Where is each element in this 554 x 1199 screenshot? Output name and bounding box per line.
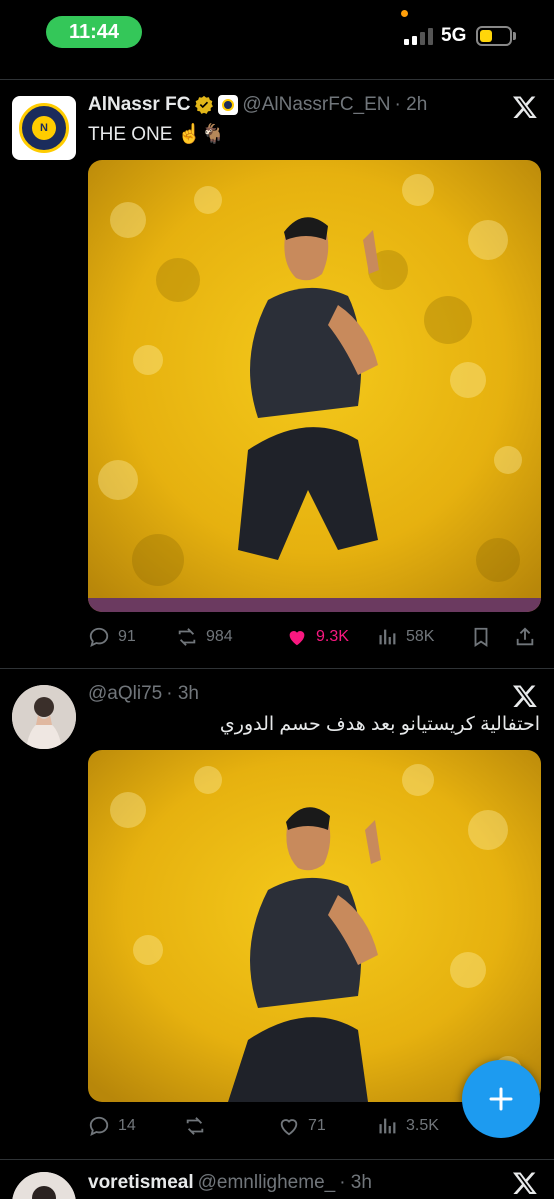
reply-count: 14 xyxy=(118,1117,136,1134)
view-count: 3.5K xyxy=(406,1117,439,1134)
views-button[interactable]: 58K xyxy=(376,626,434,648)
handle[interactable]: @aQli75 xyxy=(88,683,162,705)
plus-icon xyxy=(489,1087,513,1111)
tweet-media[interactable] xyxy=(88,160,541,612)
tweet[interactable]: N AlNassr FC @AlNassrFC_EN · 2h THE ONE … xyxy=(0,80,554,668)
tweet-actions: 91 984 9.3K 58K xyxy=(88,626,543,652)
like-button[interactable]: 9.3K xyxy=(286,626,349,648)
reply-icon xyxy=(89,627,109,647)
tweet-header: voretismeal @emnlligheme_ · 3h xyxy=(88,1170,540,1196)
reply-button[interactable]: 91 xyxy=(88,626,136,648)
tweet-header: AlNassr FC @AlNassrFC_EN · 2h xyxy=(88,92,540,118)
x-logo-icon xyxy=(512,1172,537,1195)
heart-filled-icon xyxy=(289,631,305,646)
tweet-header: @aQli75 · 3h xyxy=(88,681,540,707)
like-count: 9.3K xyxy=(316,628,349,645)
avatar[interactable] xyxy=(12,685,76,749)
view-count: 58K xyxy=(406,628,435,645)
player-celebration-photo xyxy=(88,750,541,1102)
verified-gold-icon xyxy=(194,95,214,115)
affiliate-badge-icon xyxy=(218,95,239,115)
handle[interactable]: @emnlligheme_ xyxy=(198,1172,336,1194)
privacy-indicator-dot xyxy=(401,10,408,17)
like-button[interactable]: 71 xyxy=(278,1115,326,1137)
tweet-text: THE ONE ☝️🐐 xyxy=(88,124,226,145)
status-bar: 11:44 5G xyxy=(0,0,554,64)
avatar[interactable]: N xyxy=(12,96,76,160)
retweet-button[interactable]: 984 xyxy=(176,626,233,648)
heart-icon xyxy=(280,1119,298,1136)
retweet-icon xyxy=(178,628,196,646)
battery-icon xyxy=(476,26,512,46)
bookmark-icon xyxy=(474,627,488,647)
share-icon xyxy=(516,627,534,646)
tweet-text: احتفالية كريستيانو بعد هدف حسم الدوري xyxy=(219,714,540,735)
reply-button[interactable]: 14 xyxy=(88,1115,136,1137)
views-button[interactable]: 3.5K xyxy=(376,1115,439,1137)
x-logo-icon xyxy=(512,685,537,708)
network-type: 5G xyxy=(441,25,467,46)
clock: 11:44 xyxy=(46,16,142,48)
retweet-icon xyxy=(186,1117,204,1135)
display-name[interactable]: AlNassr FC xyxy=(88,94,190,116)
x-logo-icon xyxy=(512,96,537,119)
avatar[interactable] xyxy=(12,1172,76,1199)
analytics-icon xyxy=(379,1118,396,1134)
handle[interactable]: @AlNassrFC_EN xyxy=(242,94,390,116)
compose-button[interactable] xyxy=(462,1060,540,1138)
tweet[interactable]: voretismeal @emnlligheme_ · 3h xyxy=(0,1160,554,1199)
timestamp: · 3h xyxy=(166,683,199,704)
tweet-media[interactable] xyxy=(88,750,541,1102)
avatar-photo xyxy=(12,1172,76,1199)
avatar-photo xyxy=(12,685,76,749)
share-button[interactable] xyxy=(514,626,536,648)
display-name[interactable]: voretismeal xyxy=(88,1172,194,1194)
cellular-signal-icon xyxy=(404,28,433,45)
analytics-icon xyxy=(379,629,396,645)
timestamp: · 3h xyxy=(339,1172,372,1193)
bookmark-button[interactable] xyxy=(470,626,492,648)
retweet-count: 984 xyxy=(206,628,233,645)
reply-count: 91 xyxy=(118,628,136,645)
like-count: 71 xyxy=(308,1117,326,1134)
reply-icon xyxy=(89,1116,109,1136)
battery-cap xyxy=(513,32,516,40)
retweet-button[interactable] xyxy=(184,1115,214,1137)
player-celebration-photo xyxy=(88,160,541,612)
club-logo: N xyxy=(19,103,69,153)
timestamp: · 2h xyxy=(394,94,428,115)
